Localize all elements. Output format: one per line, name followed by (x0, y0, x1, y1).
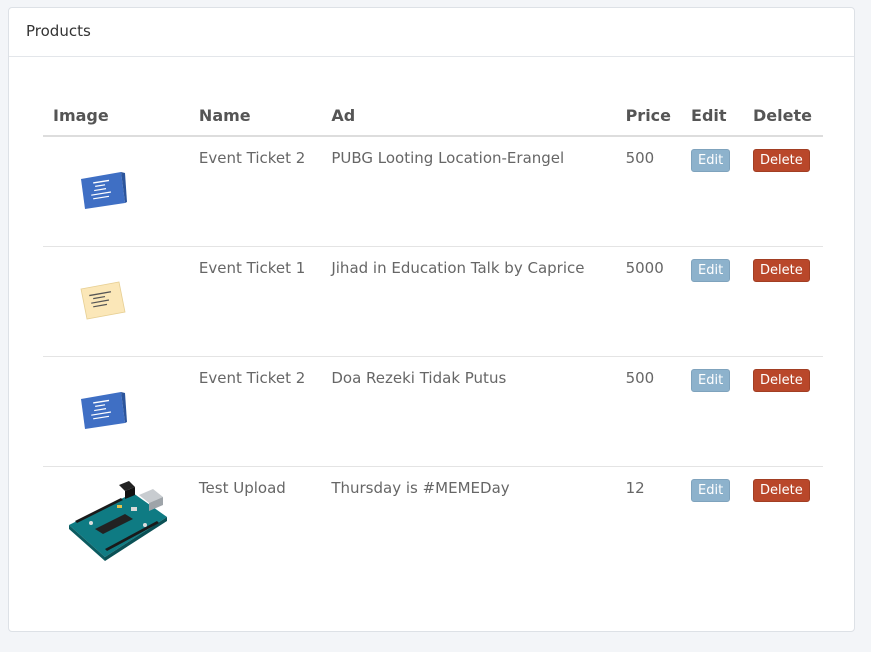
delete-cell: Delete (742, 356, 823, 467)
ad-cell: PUBG Looting Location-Erangel (321, 136, 616, 247)
name-cell: Event Ticket 2 (188, 136, 322, 247)
name-cell: Event Ticket 1 (188, 246, 322, 357)
edit-cell: Edit (681, 246, 743, 357)
table-row: Event Ticket 1 Jihad in Education Talk b… (43, 246, 823, 357)
edit-button[interactable]: Edit (691, 369, 731, 392)
delete-cell: Delete (742, 246, 823, 357)
blue-ticket-image (81, 392, 127, 429)
edit-cell: Edit (681, 136, 743, 247)
image-cell (43, 246, 189, 357)
delete-button[interactable]: Delete (752, 479, 810, 502)
price-cell: 500 (615, 356, 682, 467)
header-edit: Edit (681, 95, 743, 137)
header-delete: Delete (742, 95, 823, 137)
header-name: Name (188, 95, 322, 137)
edit-cell: Edit (681, 467, 743, 590)
price-cell: 500 (615, 136, 682, 247)
header-image: Image (43, 95, 189, 137)
ad-cell: Jihad in Education Talk by Caprice (321, 246, 616, 357)
edit-button[interactable]: Edit (691, 149, 731, 172)
edit-cell: Edit (681, 356, 743, 467)
edit-button[interactable]: Edit (691, 259, 731, 282)
delete-button[interactable]: Delete (752, 149, 810, 172)
name-cell: Test Upload (198, 479, 286, 497)
yellow-ticket-image (80, 281, 126, 320)
arduino-board-image (69, 481, 167, 561)
products-table: Image Name Ad Price Edit Delete Event Ti… (43, 95, 823, 589)
delete-button[interactable]: Delete (752, 259, 810, 282)
ad-cell: Thursday is #MEMEDay (331, 479, 510, 497)
delete-button[interactable]: Delete (752, 369, 810, 392)
header-price: Price (615, 95, 682, 137)
image-cell (43, 467, 189, 590)
table-header-row: Image Name Ad Price Edit Delete (43, 95, 823, 137)
name-cell: Event Ticket 2 (188, 356, 322, 467)
price-cell: 5000 (615, 246, 682, 357)
header-ad: Ad (321, 95, 616, 137)
products-panel: Products Image Name Ad Price Edit Delete (8, 7, 855, 632)
delete-cell: Delete (743, 467, 823, 590)
blue-ticket-image (81, 172, 127, 209)
table-row: Event Ticket 2 PUBG Looting Location-Era… (43, 136, 823, 247)
image-cell (43, 356, 189, 467)
table-row: Test Upload Thursday is #MEMEDay 12 Edit… (43, 467, 823, 590)
ad-cell: Doa Rezeki Tidak Putus (321, 356, 616, 467)
panel-title: Products (9, 8, 854, 57)
delete-cell: Delete (742, 136, 823, 247)
edit-button[interactable]: Edit (691, 479, 731, 502)
image-cell (43, 136, 189, 247)
price-cell: 12 (625, 479, 645, 497)
table-row: Event Ticket 2 Doa Rezeki Tidak Putus 50… (43, 356, 823, 467)
